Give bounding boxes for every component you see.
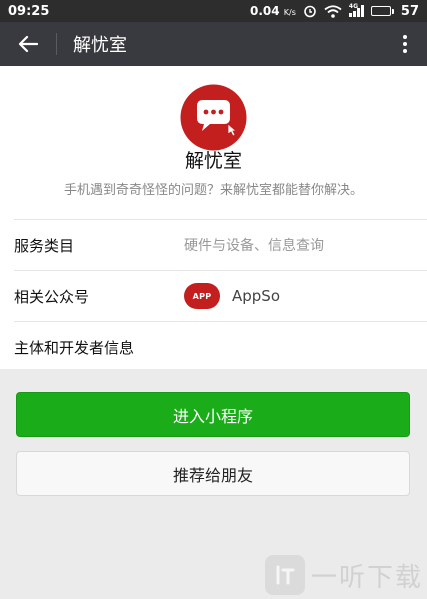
signal-4g-label: 4G — [348, 3, 359, 10]
app-bar-divider — [56, 33, 57, 55]
battery-level: 57 — [400, 3, 419, 19]
status-icons: 0.04 K/s 4G 57 — [250, 3, 419, 19]
recommend-to-friend-button[interactable]: 推荐给朋友 — [16, 451, 410, 496]
app-bar: 解忧室 — [0, 22, 427, 66]
row-service-category: 服务类目 硬件与设备、信息查询 — [14, 220, 427, 270]
row-developer-info[interactable]: 主体和开发者信息 — [14, 322, 427, 372]
service-category-value: 硬件与设备、信息查询 — [184, 238, 324, 254]
back-button[interactable] — [0, 22, 56, 66]
status-bar: 09:25 0.04 K/s 4G 57 — [0, 0, 427, 22]
back-arrow-icon — [18, 35, 38, 53]
watermark: 一听下载 — [264, 555, 423, 595]
enter-mini-program-button[interactable]: 进入小程序 — [16, 392, 410, 437]
watermark-text: 一听下载 — [310, 562, 423, 593]
related-account-label: 相关公众号 — [14, 287, 90, 306]
signal-icon: 4G — [348, 3, 364, 17]
page-title: 解忧室 — [73, 35, 127, 56]
related-account-name: AppSo — [232, 287, 281, 305]
mini-program-logo — [180, 84, 247, 151]
row-related-account[interactable]: 相关公众号 APP AppSo — [14, 271, 427, 321]
battery-icon — [370, 6, 394, 16]
appso-logo-icon: APP — [184, 283, 220, 309]
mini-program-name: 解忧室 — [184, 150, 242, 172]
wifi-icon — [324, 4, 342, 18]
more-vertical-icon — [403, 35, 407, 53]
related-account[interactable]: APP AppSo — [184, 283, 280, 309]
watermark-logo-icon — [264, 555, 305, 595]
network-speed-unit: K/s — [283, 8, 296, 17]
developer-info-label: 主体和开发者信息 — [14, 338, 135, 357]
profile-card: 解忧室 手机遇到奇奇怪怪的问题？来解忧室都能替你解决。 服务类目 硬件与设备、信… — [0, 66, 427, 369]
chat-bubble-logo — [180, 84, 247, 151]
alarm-icon — [304, 5, 316, 18]
mini-program-description: 手机遇到奇奇怪怪的问题？来解忧室都能替你解决。 — [63, 183, 363, 198]
more-options-button[interactable] — [383, 22, 427, 66]
service-category-label: 服务类目 — [14, 236, 75, 255]
network-speed-value: 0.04 — [250, 4, 280, 18]
network-speed: 0.04 K/s — [250, 4, 296, 18]
status-time: 09:25 — [8, 3, 50, 19]
